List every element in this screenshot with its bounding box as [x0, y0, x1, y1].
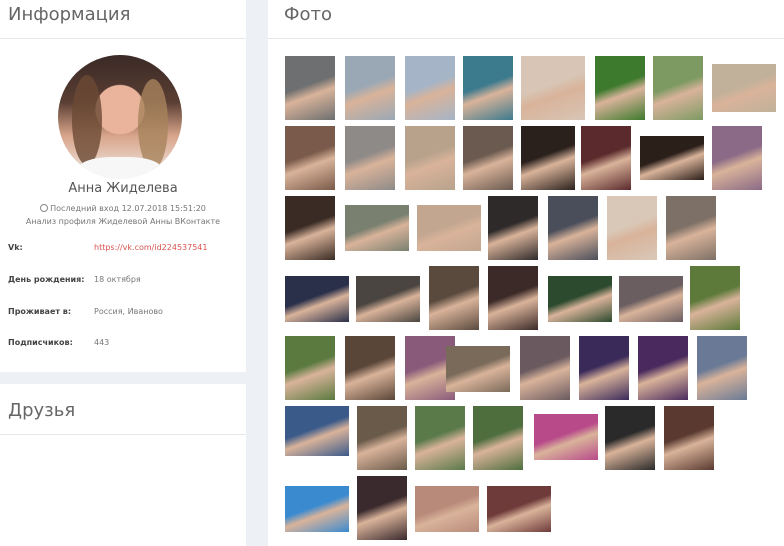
photo-thumbnail[interactable] [487, 486, 551, 532]
birthday-label: День рождения: [8, 275, 85, 284]
city-label: Проживает в: [8, 307, 72, 316]
photo-thumbnail[interactable] [640, 136, 704, 180]
photo-thumbnail[interactable] [463, 126, 513, 190]
photo-thumbnail[interactable] [429, 266, 479, 330]
photo-thumbnail[interactable] [638, 336, 688, 400]
last-seen: Последний вход 12.07.2018 15:51:20 [0, 204, 246, 213]
photo-thumbnail[interactable] [488, 266, 538, 330]
photo-thumbnail[interactable] [285, 56, 335, 120]
photo-thumbnail[interactable] [581, 126, 631, 190]
photo-thumbnail[interactable] [534, 414, 598, 460]
photo-thumbnail[interactable] [357, 476, 407, 540]
photo-thumbnail[interactable] [666, 196, 716, 260]
photo-thumbnail[interactable] [548, 276, 612, 322]
info-title: Информация [8, 4, 131, 25]
city-value: Россия, Иваново [94, 307, 163, 316]
analysis-caption: Анализ профиля Жиделевой Анны ВКонтакте [25, 217, 221, 226]
photo-thumbnail[interactable] [690, 266, 740, 330]
photo-thumbnail[interactable] [417, 205, 481, 251]
followers-label: Подписчиков: [8, 338, 73, 347]
photos-header: Фото [268, 0, 784, 39]
clock-icon [40, 204, 49, 212]
photo-thumbnail[interactable] [357, 406, 407, 470]
photos-title: Фото [284, 4, 333, 25]
photo-thumbnail[interactable] [488, 196, 538, 260]
vk-label: Vk: [8, 243, 23, 252]
photo-thumbnail[interactable] [697, 336, 747, 400]
photo-thumbnail[interactable] [285, 126, 335, 190]
info-header: Информация [0, 0, 246, 39]
info-card: Информация Анна Жиделева Последний вход … [0, 0, 246, 372]
photo-thumbnail[interactable] [712, 64, 776, 112]
photo-thumbnail[interactable] [653, 56, 703, 120]
vk-value: https://vk.com/id224537541 [94, 243, 207, 252]
photos-card: Фото [268, 0, 784, 546]
profile-name: Анна Жиделева [68, 181, 178, 196]
photo-thumbnail[interactable] [579, 336, 629, 400]
photo-thumbnail[interactable] [345, 126, 395, 190]
photo-thumbnail[interactable] [446, 346, 510, 392]
photo-thumbnail[interactable] [712, 126, 762, 190]
photo-thumbnail[interactable] [285, 276, 349, 322]
friends-title: Друзья [8, 400, 76, 421]
photo-thumbnail[interactable] [664, 406, 714, 470]
photo-thumbnail[interactable] [345, 205, 409, 251]
last-seen-text: Последний вход 12.07.2018 15:51:20 [50, 204, 206, 213]
photo-thumbnail[interactable] [405, 56, 455, 120]
friends-card: Друзья [0, 384, 246, 546]
photo-thumbnail[interactable] [521, 56, 585, 120]
photo-thumbnail[interactable] [405, 126, 455, 190]
vk-link[interactable]: https://vk.com/id224537541 [94, 243, 207, 252]
photo-thumbnail[interactable] [285, 336, 335, 400]
photo-thumbnail[interactable] [595, 56, 645, 120]
photo-thumbnail[interactable] [415, 406, 465, 470]
followers-value: 443 [94, 338, 110, 347]
photo-thumbnail[interactable] [548, 196, 598, 260]
photo-thumbnail[interactable] [607, 196, 657, 260]
friends-header: Друзья [0, 384, 246, 435]
photo-thumbnail[interactable] [356, 276, 420, 322]
photo-thumbnail[interactable] [285, 406, 349, 456]
birthday-value: 18 октября [94, 275, 141, 284]
photo-thumbnail[interactable] [285, 196, 335, 260]
photo-thumbnail[interactable] [463, 56, 513, 120]
photo-thumbnail[interactable] [473, 406, 523, 470]
photo-thumbnail[interactable] [285, 486, 349, 532]
photo-thumbnail[interactable] [345, 336, 395, 400]
photo-thumbnail[interactable] [521, 126, 575, 190]
profile-avatar[interactable] [58, 55, 182, 179]
photo-thumbnail[interactable] [605, 406, 655, 470]
photo-thumbnail[interactable] [619, 276, 683, 322]
photo-thumbnail[interactable] [415, 486, 479, 532]
photo-thumbnail[interactable] [345, 56, 395, 120]
photo-thumbnail[interactable] [520, 336, 570, 400]
